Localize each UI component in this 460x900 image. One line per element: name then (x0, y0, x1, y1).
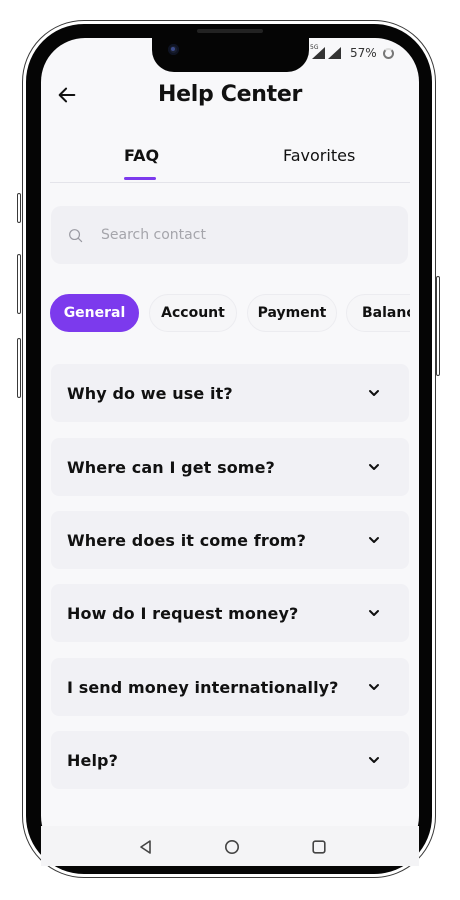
status-bar: 5G 57% (310, 44, 394, 62)
chip-balance[interactable]: Balanc (346, 294, 410, 332)
chevron-down-icon (369, 464, 379, 470)
square-recents-icon[interactable] (311, 839, 327, 855)
silent-switch (17, 193, 21, 223)
tab-favorites[interactable]: Favorites (283, 146, 355, 165)
signal-label: 5G (310, 44, 319, 51)
faq-question: Where does it come from? (67, 530, 307, 550)
chevron-down-icon (369, 390, 379, 396)
power-button (436, 276, 440, 376)
faq-item[interactable]: Why do we use it? (51, 364, 409, 422)
search-input[interactable] (99, 226, 383, 244)
signal-icon (328, 47, 341, 59)
chip-account[interactable]: Account (149, 294, 237, 332)
faq-question: Why do we use it? (67, 383, 233, 403)
signal-icon: 5G (310, 44, 325, 59)
faq-item[interactable]: Where does it come from? (51, 511, 409, 569)
tab-bar: FAQ Favorites (50, 142, 410, 183)
circle-home-icon[interactable] (224, 839, 240, 855)
search-bar[interactable] (51, 206, 408, 264)
volume-up-button (17, 254, 21, 314)
faq-item[interactable]: I send money internationally? (51, 658, 409, 716)
volume-down-button (17, 338, 21, 398)
page-title: Help Center (158, 82, 302, 107)
faq-question: How do I request money? (67, 603, 299, 623)
faq-item[interactable]: Help? (51, 731, 409, 789)
faq-item[interactable]: Where can I get some? (51, 438, 409, 496)
faq-question: Help? (67, 750, 118, 770)
chip-general[interactable]: General (50, 294, 139, 332)
chevron-down-icon (369, 610, 379, 616)
active-tab-indicator (124, 177, 156, 180)
battery-percent: 57% (350, 46, 377, 60)
search-icon (69, 228, 83, 242)
category-chips: General Account Payment Balanc (50, 294, 410, 334)
faq-question: I send money internationally? (67, 677, 339, 697)
system-nav-bar (41, 826, 419, 866)
triangle-back-icon[interactable] (138, 839, 154, 855)
chevron-down-icon (369, 757, 379, 763)
tab-faq[interactable]: FAQ (124, 146, 159, 165)
chip-payment[interactable]: Payment (247, 294, 337, 332)
chevron-down-icon (369, 684, 379, 690)
front-camera (168, 44, 179, 55)
chevron-down-icon (369, 537, 379, 543)
faq-question: Where can I get some? (67, 457, 275, 477)
speaker (197, 29, 263, 33)
faq-item[interactable]: How do I request money? (51, 584, 409, 642)
battery-icon (382, 47, 394, 59)
